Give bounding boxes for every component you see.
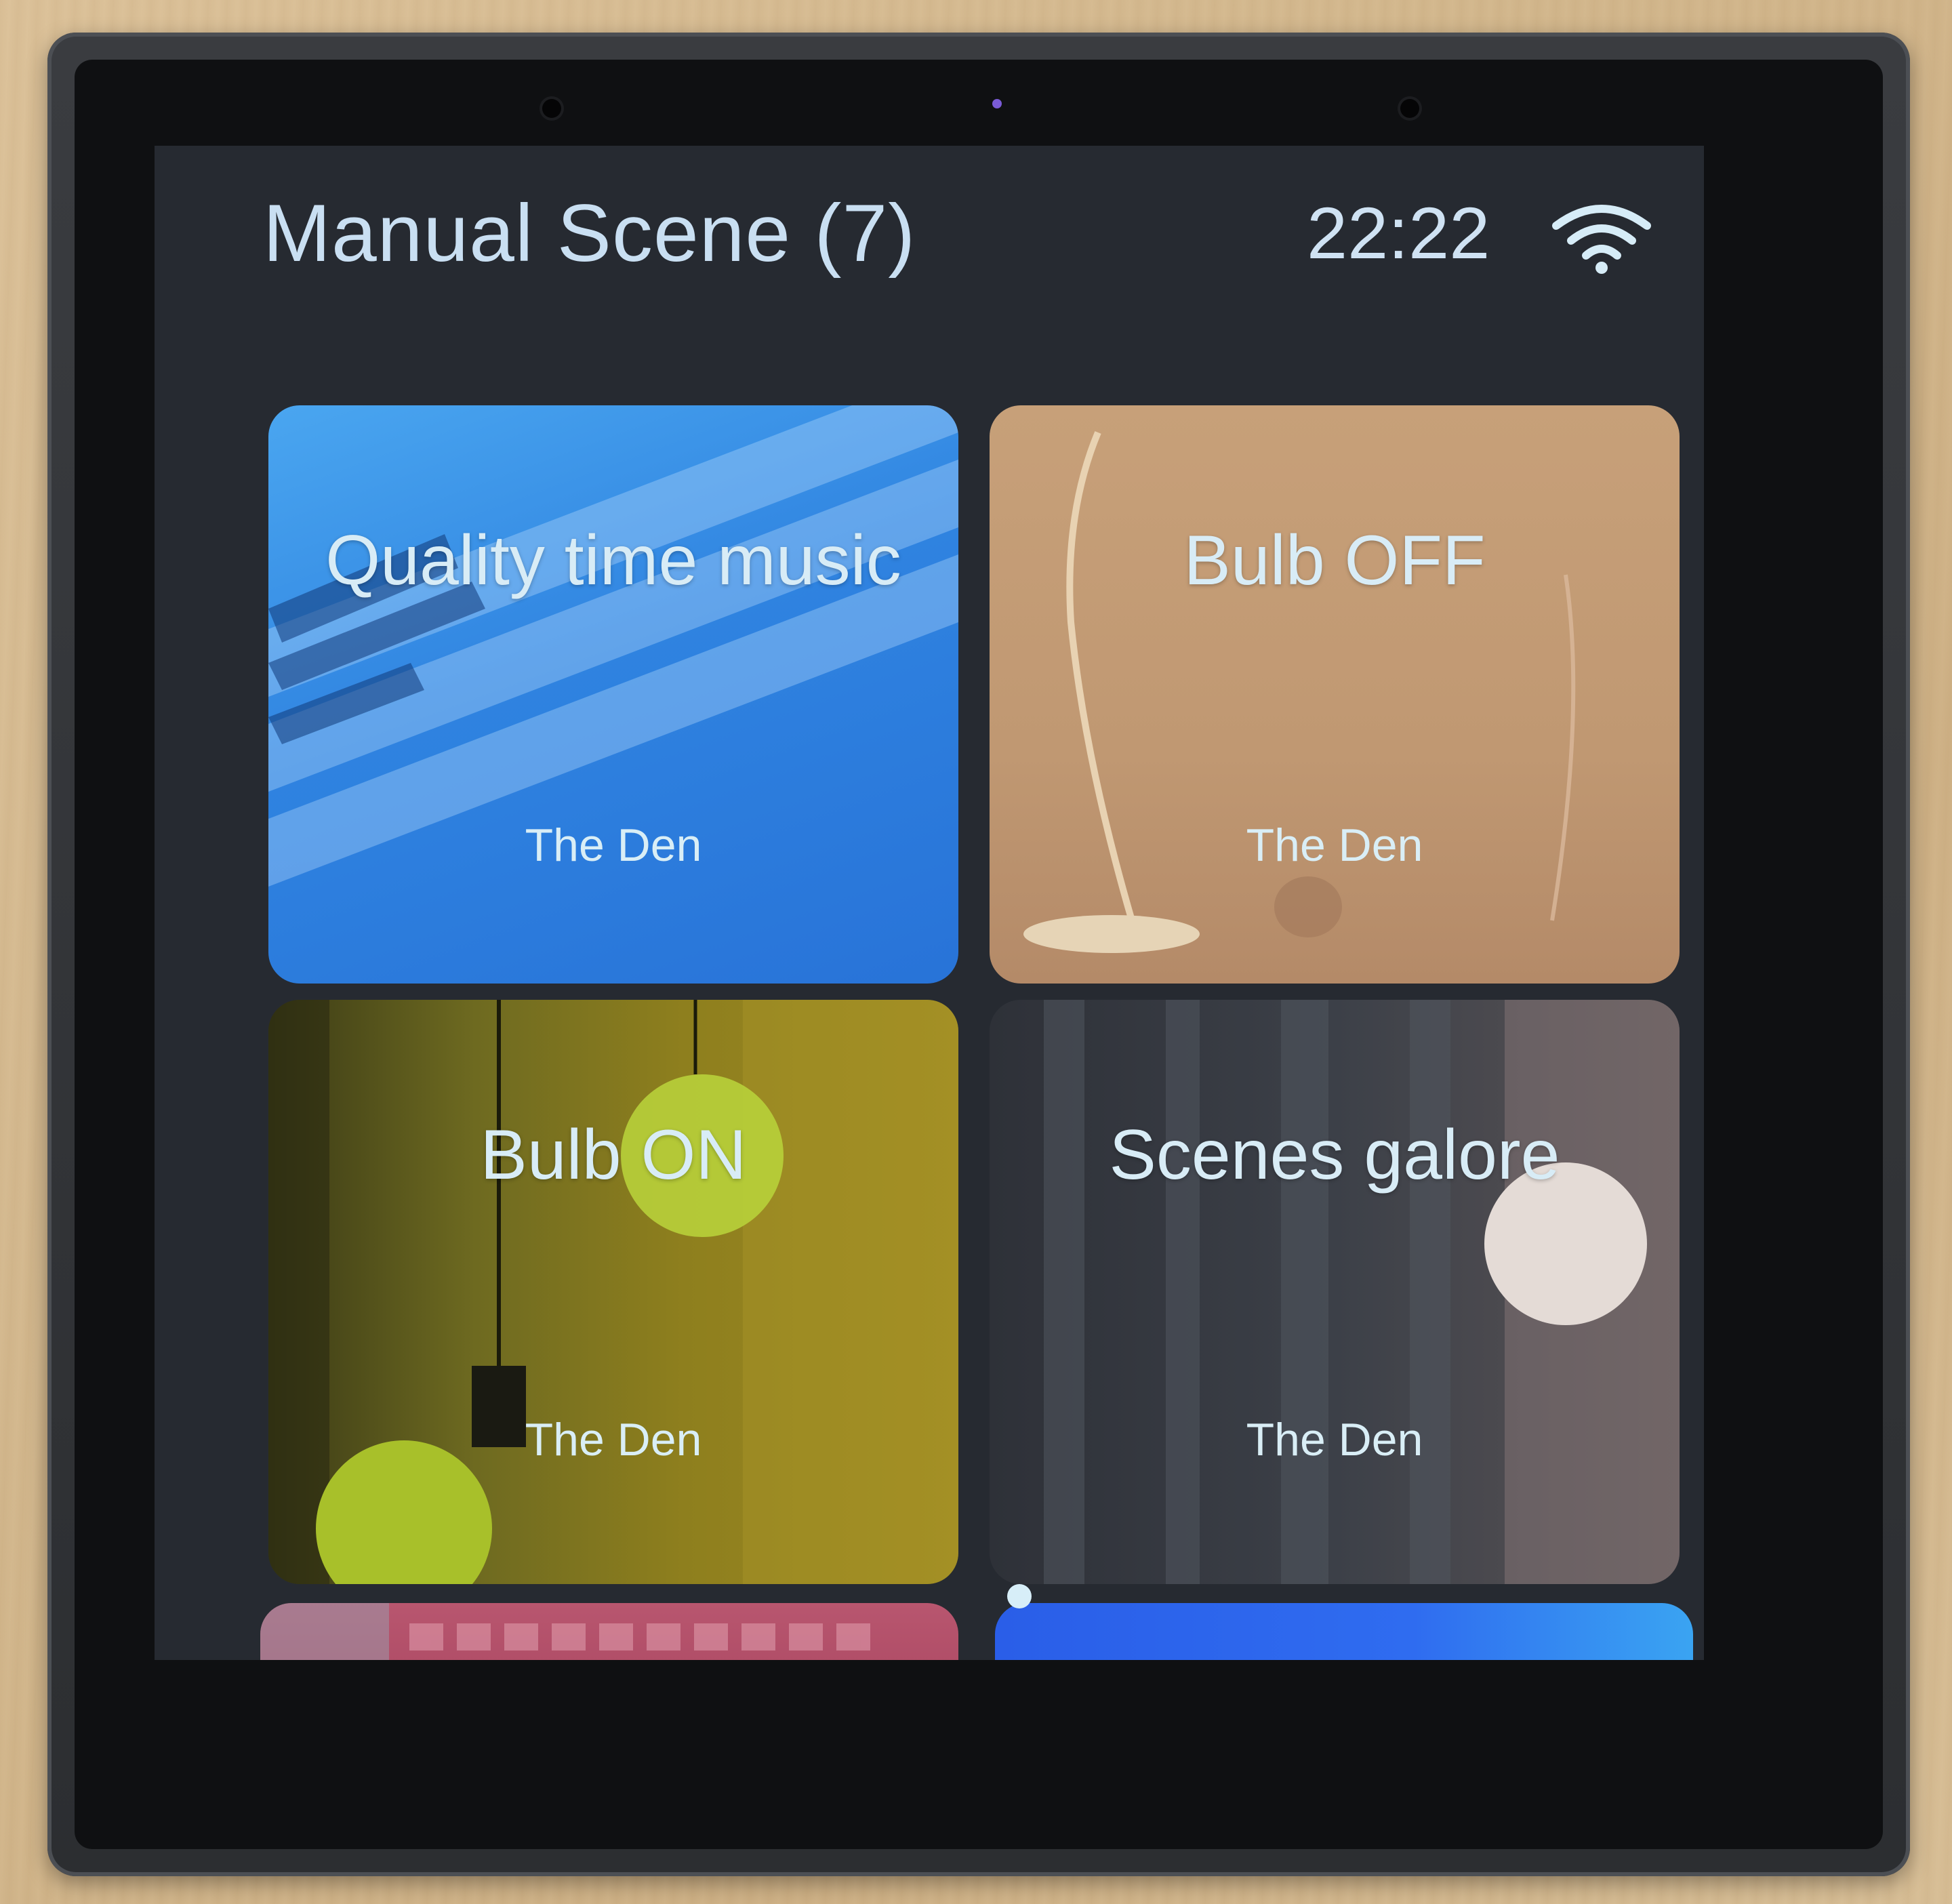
scene-name: Bulb OFF [1183,521,1486,600]
scene-name: Scenes galore [1109,1116,1560,1194]
scene-tile-bulb-off[interactable]: Bulb OFF The Den [990,405,1680,984]
scene-tile-keyboard-partial[interactable] [260,1603,958,1660]
touch-screen: Manual Scene (7) 22:22 Quality time musi… [155,146,1704,1660]
scene-tile-blue-partial[interactable] [995,1603,1693,1660]
light-bulb-image [268,1000,958,1584]
scene-room: The Den [1246,819,1423,871]
proximity-sensor-left [542,99,561,118]
scene-name: Bulb ON [480,1116,747,1194]
keyboard-image [260,1603,870,1660]
scene-tile-scenes-galore[interactable]: Scenes galore The Den [990,1000,1680,1584]
scene-room: The Den [525,819,702,871]
scene-tile-quality-time-music[interactable]: Quality time music The Den [268,405,958,984]
scene-room: The Den [1246,1414,1423,1465]
scene-tile-bulb-on[interactable]: Bulb ON The Den [268,1000,958,1584]
page-title: Manual Scene (7) [263,188,916,279]
page-indicator-dot [1007,1584,1032,1608]
lamp-image [1023,431,1576,953]
wifi-icon [1552,205,1651,274]
proximity-sensor-right [1400,99,1419,118]
clock: 22:22 [1307,192,1490,274]
curtain-moon-image [1044,1000,1680,1584]
scene-room: The Den [525,1414,702,1465]
piano-keys-image [268,405,958,887]
status-led [992,99,1002,108]
scene-name: Quality time music [325,521,901,600]
